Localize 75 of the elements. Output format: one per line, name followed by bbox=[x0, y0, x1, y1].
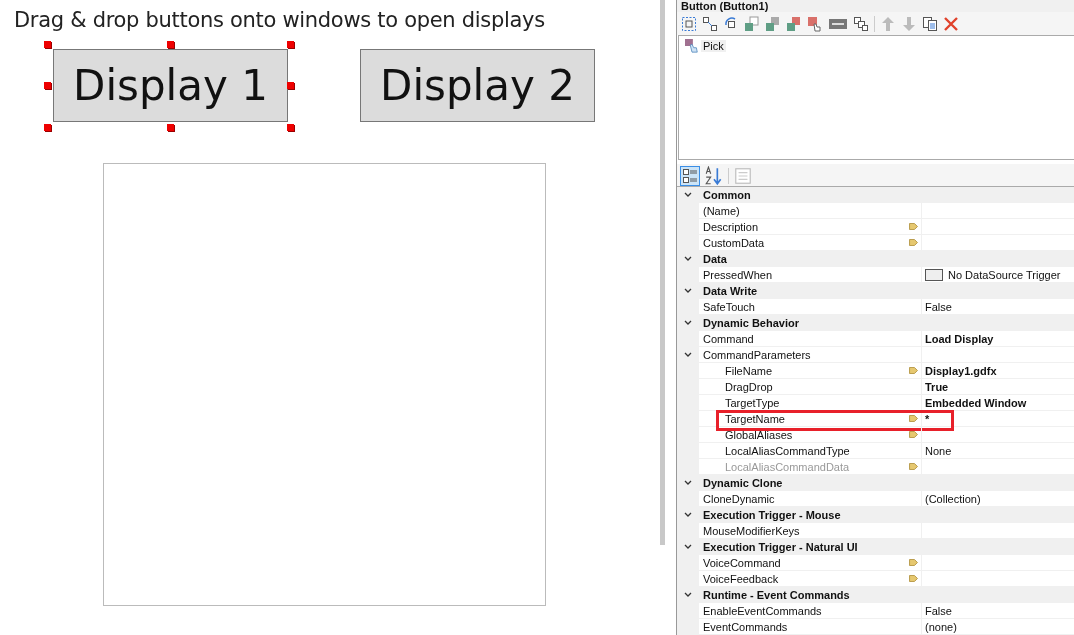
copy-icon[interactable] bbox=[922, 15, 938, 32]
panel-title: Button (Button1) bbox=[677, 0, 1074, 12]
layer-icon[interactable] bbox=[744, 15, 760, 32]
hand-icon bbox=[685, 39, 699, 54]
group-icon[interactable] bbox=[853, 15, 869, 32]
selection-handle[interactable] bbox=[44, 41, 51, 48]
selection-handle[interactable] bbox=[167, 41, 174, 48]
display-button[interactable]: Display 2 bbox=[360, 49, 595, 122]
up-arrow-icon[interactable] bbox=[880, 15, 896, 32]
select-icon[interactable] bbox=[681, 15, 697, 32]
property-name[interactable]: EnableEventCommands bbox=[703, 604, 822, 617]
layer-icon[interactable] bbox=[765, 15, 781, 32]
property-value[interactable]: False bbox=[925, 300, 952, 313]
display-button[interactable]: Display 1 bbox=[53, 49, 288, 122]
category-header: Dynamic Clone bbox=[702, 477, 783, 489]
property-name[interactable]: PressedWhen bbox=[703, 268, 773, 281]
color-swatch[interactable] bbox=[925, 268, 943, 281]
property-value[interactable]: No DataSource Trigger bbox=[948, 268, 1061, 281]
property-name[interactable]: VoiceFeedback bbox=[703, 572, 779, 585]
property-name[interactable]: Description bbox=[703, 220, 759, 233]
category-header: Common bbox=[702, 189, 751, 201]
category-header: Execution Trigger - Natural UI bbox=[702, 541, 858, 553]
sort-az-icon[interactable] bbox=[704, 165, 724, 186]
property-name[interactable]: CommandParameters bbox=[703, 348, 811, 361]
category-header: Dynamic Behavior bbox=[702, 317, 799, 329]
tag-icon[interactable] bbox=[909, 367, 918, 374]
selection-handle[interactable] bbox=[287, 82, 294, 89]
property-value[interactable]: * bbox=[925, 412, 930, 425]
property-name[interactable]: DragDrop bbox=[725, 380, 773, 393]
tag-icon[interactable] bbox=[909, 415, 918, 422]
tag-icon[interactable] bbox=[909, 239, 918, 246]
selection-handle[interactable] bbox=[167, 124, 174, 131]
scrollbar[interactable] bbox=[660, 0, 665, 545]
instruction-text: Drag & drop buttons onto windows to open displays bbox=[13, 7, 546, 32]
property-name[interactable]: GlobalAliases bbox=[725, 428, 793, 441]
property-value[interactable]: Display1.gdfx bbox=[925, 364, 997, 377]
property-value[interactable]: (Collection) bbox=[925, 492, 981, 505]
category-header: Execution Trigger - Mouse bbox=[702, 509, 841, 521]
hand-icon[interactable] bbox=[807, 15, 823, 32]
property-value[interactable]: Load Display bbox=[925, 332, 994, 345]
category-header: Data bbox=[702, 253, 727, 265]
down-arrow-icon[interactable] bbox=[901, 15, 917, 32]
tag-icon[interactable] bbox=[909, 575, 918, 582]
property-value[interactable]: True bbox=[925, 380, 949, 393]
property-value[interactable]: Embedded Window bbox=[925, 396, 1027, 409]
property-name[interactable]: FileName bbox=[725, 364, 773, 377]
property-name[interactable]: EventCommands bbox=[703, 620, 788, 633]
tag-icon[interactable] bbox=[909, 559, 918, 566]
tag-icon[interactable] bbox=[909, 431, 918, 438]
property-name[interactable]: CustomData bbox=[703, 236, 765, 249]
property-name[interactable]: TargetName bbox=[725, 412, 785, 425]
categorized-icon[interactable] bbox=[680, 165, 700, 186]
selection-handle[interactable] bbox=[44, 82, 51, 89]
property-name[interactable]: SafeTouch bbox=[703, 300, 755, 313]
property-name[interactable]: VoiceCommand bbox=[703, 556, 781, 569]
event-item[interactable]: Pick bbox=[701, 40, 726, 53]
property-name[interactable]: CloneDynamic bbox=[703, 492, 775, 505]
selection-handle[interactable] bbox=[287, 124, 294, 131]
category-header: Data Write bbox=[702, 285, 758, 297]
property-value[interactable]: (none) bbox=[925, 620, 957, 633]
property-name[interactable]: Command bbox=[703, 332, 754, 345]
selection-handle[interactable] bbox=[287, 41, 294, 48]
property-name[interactable]: (Name) bbox=[703, 204, 740, 217]
category-header: Runtime - Event Commands bbox=[702, 589, 850, 601]
connect-icon[interactable] bbox=[702, 15, 718, 32]
property-value[interactable]: None bbox=[925, 444, 952, 457]
selection-handle[interactable] bbox=[44, 124, 51, 131]
tag-icon[interactable] bbox=[909, 223, 918, 230]
layer-icon[interactable] bbox=[786, 15, 802, 32]
property-name[interactable]: LocalAliasCommandType bbox=[725, 444, 850, 457]
property-name[interactable]: MouseModifierKeys bbox=[703, 524, 800, 537]
property-value[interactable]: False bbox=[925, 604, 952, 617]
property-pages-icon[interactable] bbox=[733, 165, 753, 186]
property-name[interactable]: TargetType bbox=[725, 396, 780, 409]
delete-icon[interactable] bbox=[943, 15, 959, 32]
